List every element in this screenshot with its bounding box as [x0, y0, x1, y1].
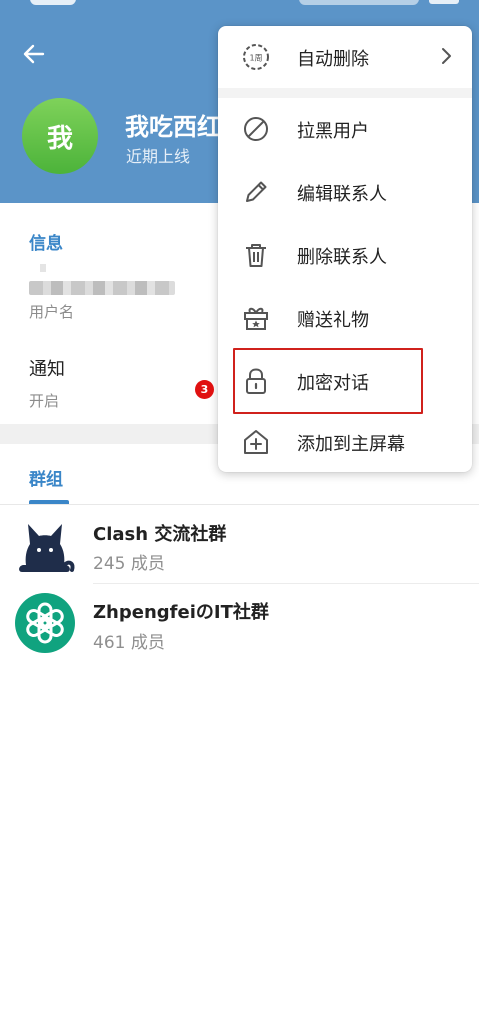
timer-icon: 1周	[243, 44, 269, 70]
group-member-count: 461 成员	[93, 633, 165, 653]
chevron-right-icon	[442, 48, 451, 64]
group-row-clash[interactable]: Clash 交流社群 245 成员	[0, 506, 479, 584]
menu-label: 自动删除	[297, 49, 369, 70]
info-section-title: 信息	[29, 234, 63, 254]
status-bar	[0, 0, 479, 14]
highlight-box	[233, 348, 423, 414]
openai-icon	[15, 593, 75, 653]
avatar[interactable]: 我	[22, 98, 98, 174]
trash-icon	[246, 244, 266, 267]
back-button[interactable]	[18, 38, 50, 70]
menu-item-edit-contact[interactable]: 编辑联系人	[218, 161, 472, 223]
status-indicators	[299, 0, 419, 5]
group-row-zhpengfei[interactable]: ZhpengfeiのIT社群 461 成员	[0, 585, 479, 663]
notification-label[interactable]: 通知	[29, 355, 65, 381]
menu-item-add-to-home[interactable]: 添加到主屏幕	[218, 411, 472, 473]
back-arrow-icon	[23, 44, 45, 64]
row-divider	[93, 583, 479, 584]
auto-delete-badge-text: 1周	[249, 54, 262, 63]
home-add-icon	[244, 430, 268, 454]
tab-divider	[0, 504, 479, 505]
gift-icon	[244, 307, 268, 330]
menu-separator	[218, 88, 472, 98]
status-time	[30, 0, 76, 5]
username-value-blurred[interactable]	[29, 281, 175, 295]
menu-label: 添加到主屏幕	[297, 434, 405, 455]
menu-item-block-user[interactable]: 拉黑用户	[218, 98, 472, 160]
battery-icon	[429, 0, 459, 4]
notification-value: 开启	[29, 392, 60, 410]
menu-label: 删除联系人	[297, 247, 387, 268]
menu-item-auto-delete[interactable]: 1周 自动删除	[218, 26, 472, 88]
profile-name: 我吃西红柿	[125, 113, 220, 141]
group-member-count: 245 成员	[93, 554, 165, 574]
block-icon	[244, 117, 268, 141]
profile-status: 近期上线	[126, 147, 191, 166]
step-badge: 3	[195, 380, 214, 399]
group-name: ZhpengfeiのIT社群	[93, 602, 269, 623]
tab-groups[interactable]: 群组	[29, 465, 63, 490]
username-blur-fragment	[40, 264, 46, 272]
group-name: Clash 交流社群	[93, 524, 227, 545]
menu-item-send-gift[interactable]: 赠送礼物	[218, 287, 472, 349]
menu-label: 赠送礼物	[297, 310, 369, 331]
menu-label: 编辑联系人	[297, 184, 387, 205]
pencil-icon	[246, 181, 267, 202]
username-label: 用户名	[29, 303, 75, 321]
menu-label: 拉黑用户	[297, 121, 369, 142]
menu-item-delete-contact[interactable]: 删除联系人	[218, 224, 472, 286]
cat-icon	[19, 524, 75, 572]
